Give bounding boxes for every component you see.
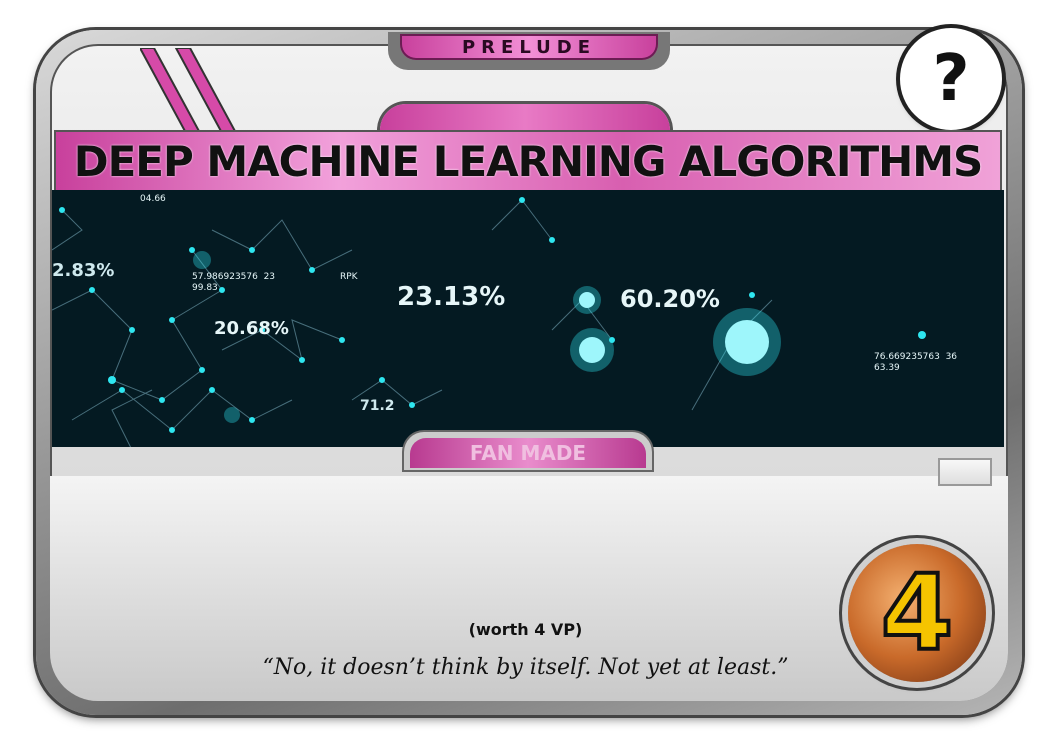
tag-slot <box>940 460 990 484</box>
question-icon: ? <box>932 42 970 116</box>
art-readout-2: 76.669235763 36 <box>874 352 958 362</box>
card-artwork: 23.13% 60.20% 20.68% 2.83% 57.986923576 … <box>52 190 1004 447</box>
art-readout-1: 57.986923576 23 <box>192 272 276 282</box>
art-stat-3: 20.68% <box>214 318 289 339</box>
title-banner: DEEP MACHINE LEARNING ALGORITHMS <box>56 132 1000 190</box>
fan-made-label: FAN MADE <box>469 441 587 465</box>
art-stat-4: 2.83% <box>52 260 115 281</box>
victory-points-badge: 4 <box>848 544 986 682</box>
art-readout-3: 04.66 <box>140 194 166 204</box>
network-illustration <box>52 197 926 447</box>
victory-points-value: 4 <box>879 552 955 674</box>
decorative-stripes <box>140 48 238 133</box>
art-readout-1b: 99.83 <box>192 283 218 293</box>
help-badge[interactable]: ? <box>900 28 1002 130</box>
prelude-label-bg: PRELUDE <box>400 34 658 60</box>
card-title: DEEP MACHINE LEARNING ALGORITHMS <box>73 136 984 186</box>
fan-made-label-bg: FAN MADE <box>410 438 646 468</box>
prelude-tab: PRELUDE <box>388 32 670 70</box>
art-stat-1: 23.13% <box>397 282 506 312</box>
art-stat-2: 60.20% <box>620 285 720 313</box>
fan-made-tab: FAN MADE <box>404 432 652 470</box>
prelude-label: PRELUDE <box>461 36 597 58</box>
art-readout-1c: RPK <box>340 272 358 282</box>
art-readout-4: 71.2 <box>360 398 395 414</box>
art-readout-2b: 63.39 <box>874 363 900 373</box>
